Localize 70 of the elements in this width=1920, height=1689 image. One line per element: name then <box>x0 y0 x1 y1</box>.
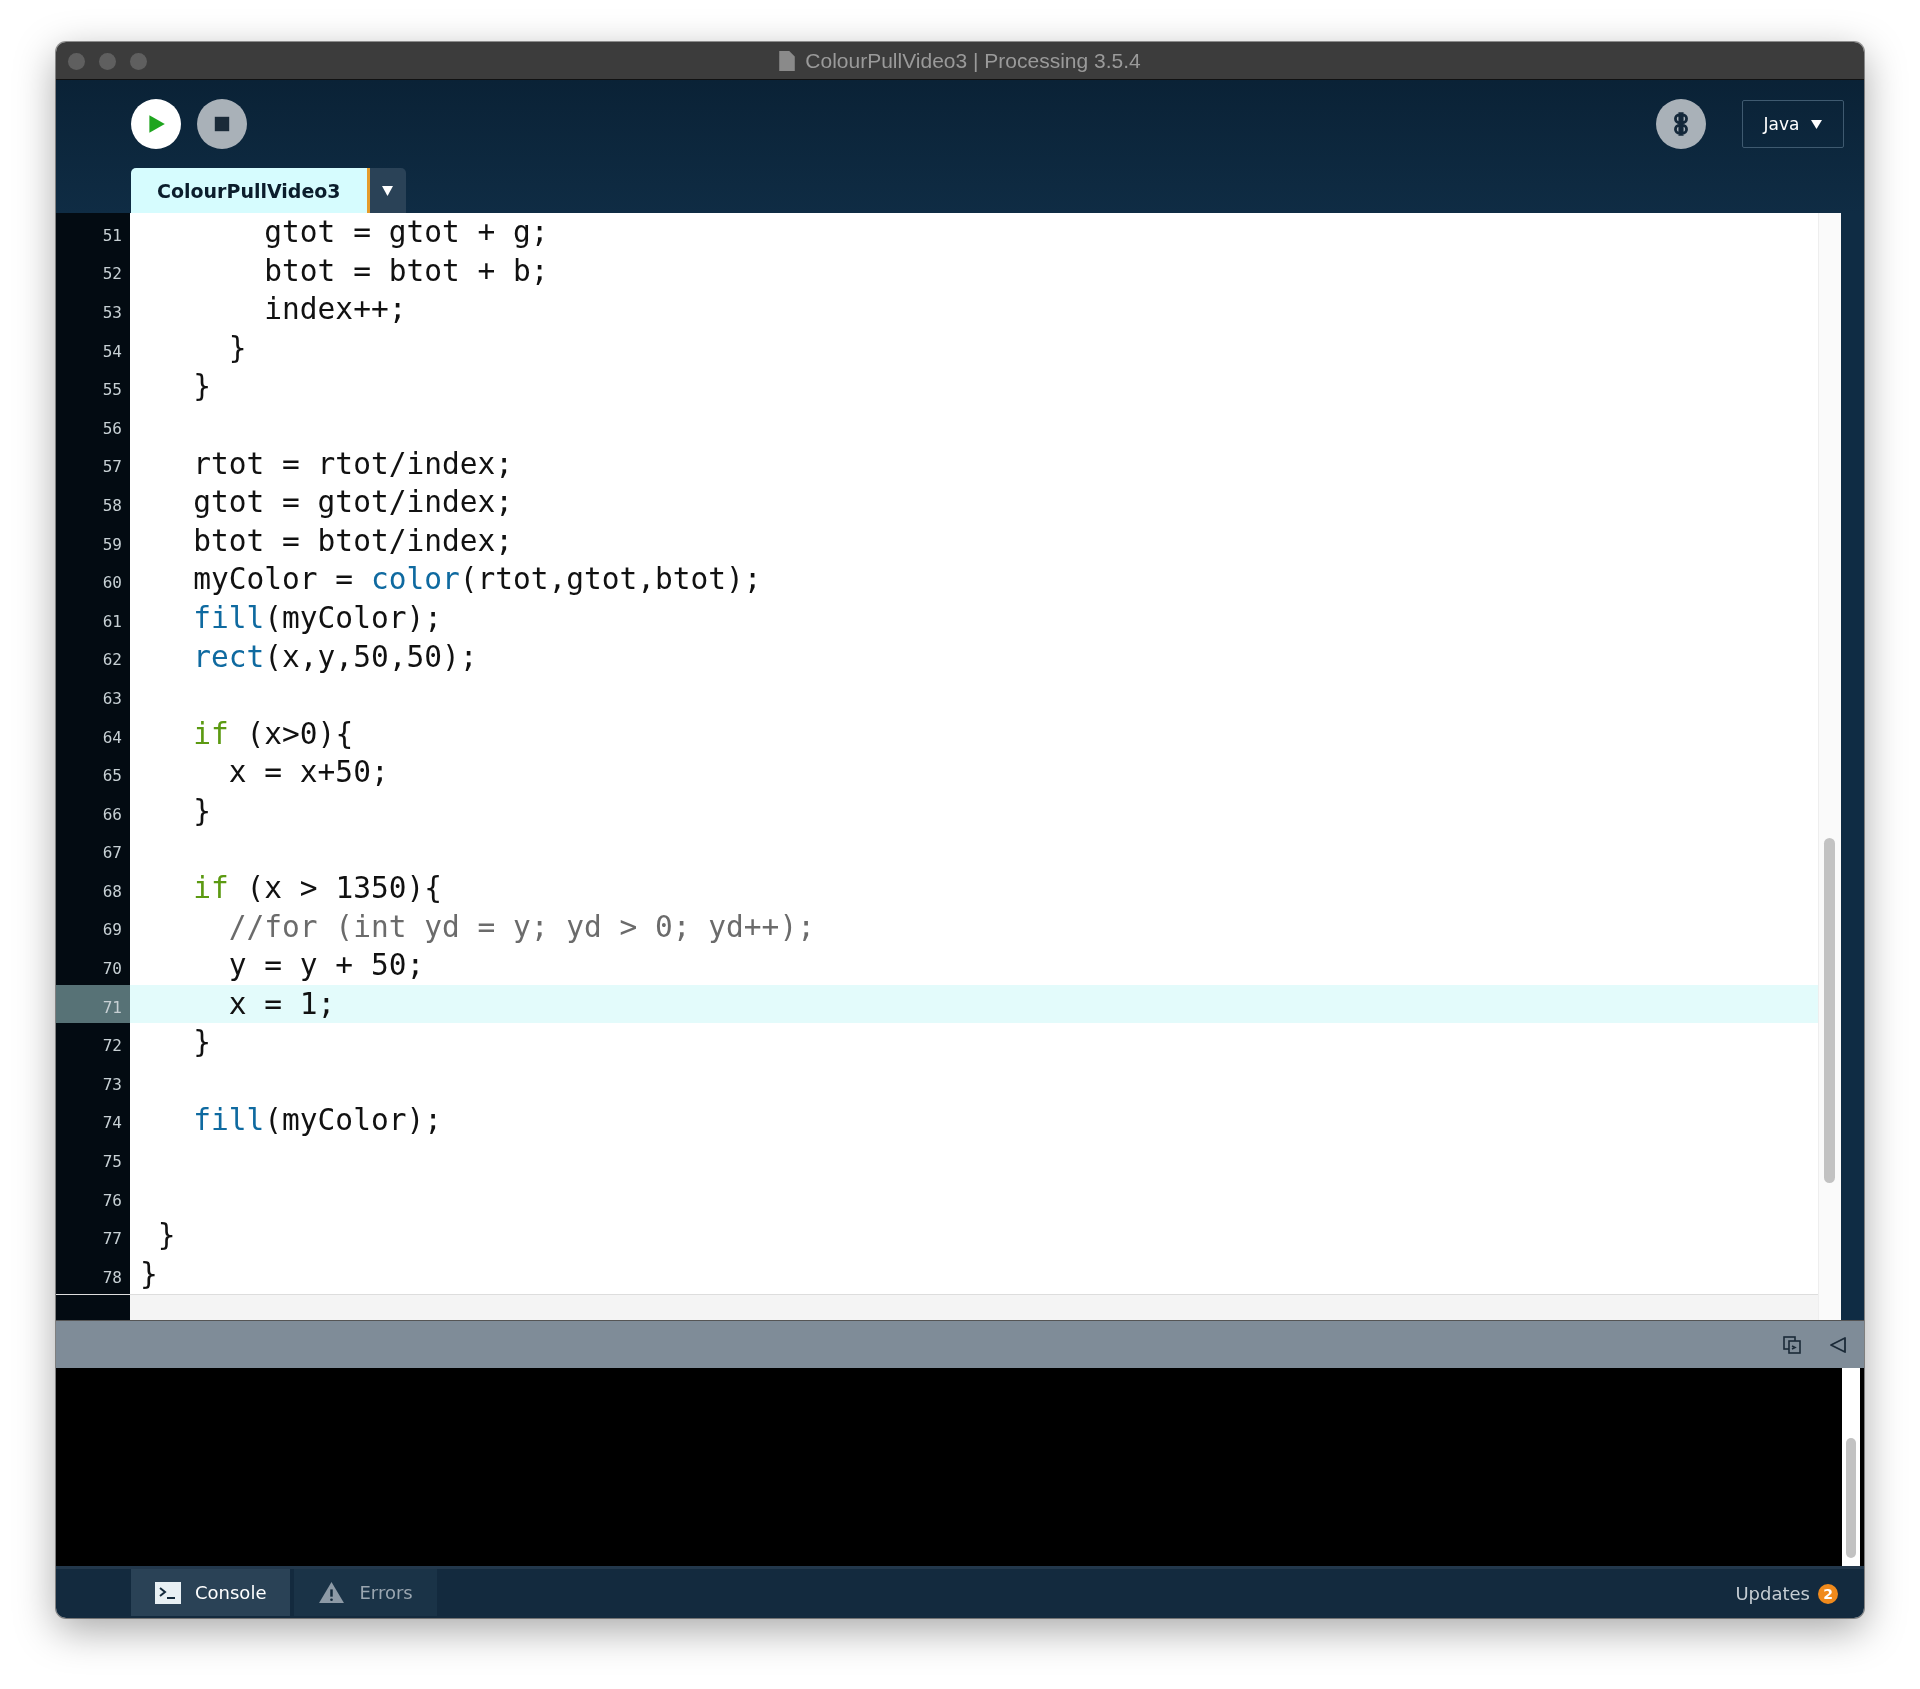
caret-icon <box>1811 119 1823 129</box>
terminal-icon <box>155 1581 181 1604</box>
line-number: 77 <box>56 1216 130 1256</box>
run-button[interactable] <box>131 99 181 149</box>
code-line: rect(x,y,50,50); <box>192 638 479 676</box>
line-number: 76 <box>56 1177 130 1217</box>
line-number: 64 <box>56 714 130 754</box>
code-line: gtot = gtot + g; <box>263 214 550 251</box>
line-number: 53 <box>56 290 130 329</box>
code-line: } <box>192 368 213 406</box>
stop-icon <box>213 115 231 133</box>
code-line: gtot = gtot/index; <box>192 484 514 522</box>
warning-icon <box>318 1581 346 1604</box>
code-line: myColor = color(rtot,gtot,btot); <box>192 561 763 599</box>
line-number: 66 <box>56 791 130 831</box>
line-number: 74 <box>56 1100 130 1140</box>
copy-icon[interactable] <box>1782 1334 1802 1355</box>
window-title: ColourPullVideo3 | Processing 3.5.4 <box>805 48 1141 73</box>
tab-menu-button[interactable] <box>369 168 406 213</box>
updates-badge: 2 <box>1818 1583 1838 1604</box>
code-line: btot = btot/index; <box>192 522 514 560</box>
code-line: //for (int yd = y; yd > 0; yd++); <box>227 908 816 946</box>
panel-tab[interactable]: Errors <box>294 1569 437 1616</box>
line-number: 67 <box>56 830 130 870</box>
code-line: fill(myColor); <box>192 599 443 637</box>
code-line: x = x+50; <box>227 754 390 792</box>
scrollbar[interactable] <box>1818 213 1841 1320</box>
code-line: } <box>139 1256 159 1294</box>
stop-button[interactable] <box>197 99 247 149</box>
code-line: y = y + 50; <box>227 947 426 985</box>
code-line: } <box>227 329 248 367</box>
line-number: 71 <box>56 984 130 1024</box>
line-number: 56 <box>56 405 130 445</box>
code-line: if (x>0){ <box>192 715 355 753</box>
line-number: 69 <box>56 907 130 947</box>
line-number: 54 <box>56 328 130 368</box>
line-number: 75 <box>56 1139 130 1178</box>
document-icon <box>779 50 796 71</box>
line-number: 73 <box>56 1062 130 1101</box>
collapse-icon[interactable] <box>1828 1334 1848 1355</box>
line-number: 51 <box>56 213 130 252</box>
editor-tab[interactable]: ColourPullVideo3 <box>131 168 370 213</box>
line-number: 62 <box>56 637 130 677</box>
caret-icon <box>382 185 394 196</box>
line-number: 70 <box>56 946 130 985</box>
line-number: 61 <box>56 598 130 638</box>
mode-dropdown[interactable]: Java <box>1742 100 1844 148</box>
code-line: } <box>156 1217 177 1255</box>
code-line: fill(myColor); <box>192 1101 443 1139</box>
line-number: 60 <box>56 560 130 599</box>
line-number: 52 <box>56 251 130 291</box>
updates-button[interactable]: Updates 2 <box>1729 1582 1844 1605</box>
code-line: index++; <box>263 291 408 329</box>
code-line: } <box>192 1024 213 1062</box>
panel-tab[interactable]: Console <box>131 1569 291 1616</box>
code-line: if (x > 1350){ <box>192 870 443 908</box>
line-number: 58 <box>56 483 130 522</box>
line-number: 57 <box>56 444 130 484</box>
line-number: 68 <box>56 869 130 908</box>
line-number: 72 <box>56 1023 130 1063</box>
line-number: 55 <box>56 367 130 406</box>
line-number: 78 <box>56 1255 130 1294</box>
debugger-button[interactable] <box>1656 99 1706 149</box>
code-line: } <box>192 792 213 830</box>
code-line: rtot = rtot/index; <box>192 445 514 483</box>
scrollbar[interactable] <box>1842 1368 1860 1566</box>
line-number: 59 <box>56 521 130 561</box>
line-number: 63 <box>56 676 130 715</box>
line-number: 65 <box>56 753 130 792</box>
code-line: btot = btot + b; <box>263 252 550 290</box>
